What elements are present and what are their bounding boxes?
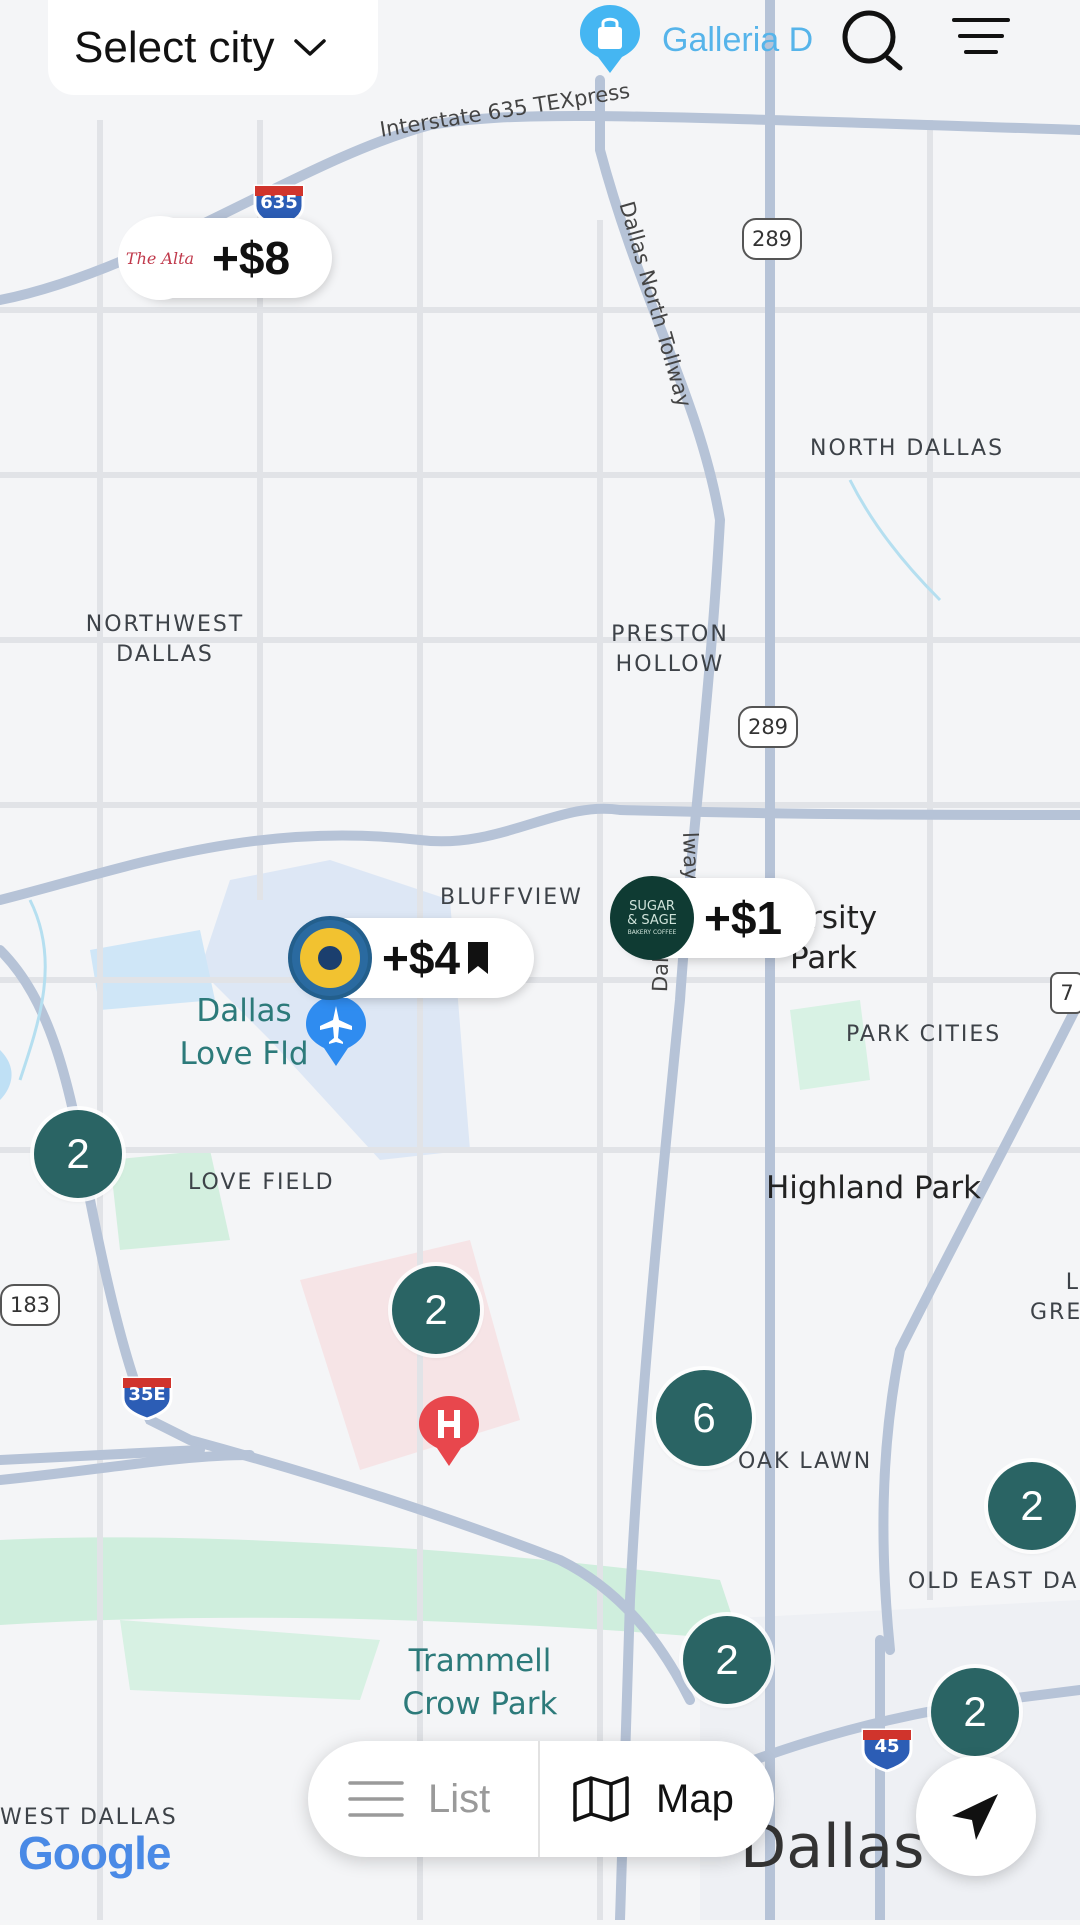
bookmark-icon <box>468 942 489 974</box>
airport-pin[interactable] <box>306 996 366 1068</box>
map-label-preston-hollow-line2: HOLLOW <box>615 652 725 677</box>
cluster-marker[interactable]: 2 <box>931 1668 1019 1756</box>
map-label-trammell-crow-park: Trammell Crow Park <box>380 1640 580 1726</box>
map-label-northwest-dallas: NORTHWEST DALLAS <box>60 610 270 670</box>
road-label-tollway-mid: lway <box>678 831 704 881</box>
cluster-marker[interactable]: 2 <box>392 1266 480 1354</box>
the-alta-logo: The Alta <box>118 216 202 300</box>
map-label-north-dallas: NORTH DALLAS <box>810 436 1005 461</box>
search-location-pin[interactable]: Galleria D <box>580 4 813 76</box>
search-button[interactable] <box>838 6 908 76</box>
list-view-button[interactable]: List <box>308 1741 538 1857</box>
airplane-icon <box>306 996 366 1066</box>
map-label-trammell-crow-line2: Crow Park <box>402 1686 558 1722</box>
yellow-circle-logo <box>288 916 372 1000</box>
map-label-preston-hollow: PRESTON HOLLOW <box>590 620 750 680</box>
map-label-northwest-dallas-line2: DALLAS <box>116 642 214 667</box>
cluster-marker[interactable]: 2 <box>683 1616 771 1704</box>
list-view-label: List <box>428 1776 491 1821</box>
interstate-45-label: 45 <box>874 1736 900 1757</box>
interstate-635-label: 635 <box>260 192 298 213</box>
sugar-sage-logo-line2: & SAGE <box>627 912 677 928</box>
hospital-icon <box>419 1396 479 1466</box>
map-view-button[interactable]: Map <box>540 1741 774 1857</box>
map-label-edge-line2: GRE <box>1030 1300 1080 1325</box>
city-selector-label: Select city <box>74 22 275 72</box>
my-location-button[interactable] <box>916 1756 1036 1876</box>
filter-menu-button[interactable] <box>950 12 1012 62</box>
hospital-pin[interactable] <box>419 1396 479 1468</box>
navigation-arrow-icon <box>952 1794 998 1840</box>
map-label-trammell-crow-line1: Trammell <box>408 1643 552 1679</box>
google-logo: Google <box>18 1827 171 1879</box>
offer-price: +$4 <box>382 932 461 984</box>
map-label-northwest-dallas-line1: NORTHWEST <box>85 612 245 637</box>
cluster-marker[interactable]: 2 <box>34 1110 122 1198</box>
route-183-shield: 183 <box>0 1284 60 1326</box>
interstate-35e-label: 35E <box>128 1384 166 1405</box>
offer-pin-bookmarked[interactable]: +$4 <box>288 916 534 1000</box>
sugar-sage-logo-line3: BAKERY COFFEE <box>627 928 677 936</box>
map-label-oak-lawn: OAK LAWN <box>738 1449 873 1474</box>
map-view-label: Map <box>656 1776 734 1821</box>
map-icon <box>573 1776 629 1822</box>
interstate-35e-shield: 35E <box>120 1370 174 1421</box>
list-icon <box>348 1781 404 1817</box>
city-selector[interactable]: Select city <box>48 0 378 95</box>
route-edge-shield: 7 <box>1050 972 1080 1014</box>
map-label-love-field: LOVE FIELD <box>188 1170 335 1195</box>
route-289-shield-top: 289 <box>742 218 802 260</box>
offer-price: +$8 <box>212 232 291 284</box>
offer-pin-sugar-sage[interactable]: SUGAR & SAGE BAKERY COFFEE +$1 <box>610 876 816 960</box>
sugar-and-sage-logo: SUGAR & SAGE BAKERY COFFEE <box>610 876 694 960</box>
filter-lines-icon <box>952 18 1010 54</box>
map-label-preston-hollow-line1: PRESTON <box>611 622 729 647</box>
the-alta-logo-text: The Alta <box>125 248 195 268</box>
shopping-bag-pin-icon <box>580 5 640 73</box>
map-label-highland-park: Highland Park <box>766 1170 982 1206</box>
chevron-down-icon <box>293 38 326 56</box>
search-location-label: Galleria D <box>662 20 814 59</box>
interstate-45-shield: 45 <box>860 1722 914 1773</box>
map-label-bluffview: BLUFFVIEW <box>440 885 583 910</box>
map-label-park-cities: PARK CITIES <box>846 1022 1002 1047</box>
search-icon <box>842 10 903 71</box>
map-label-old-east-dallas: OLD EAST DA <box>908 1569 1079 1594</box>
map-label-edge-line1: L <box>1065 1270 1080 1295</box>
offer-price: +$1 <box>704 892 783 944</box>
route-289-shield-mid: 289 <box>738 706 798 748</box>
cluster-marker[interactable]: 2 <box>988 1462 1076 1550</box>
offer-pin-the-alta[interactable]: The Alta +$8 <box>118 216 332 300</box>
view-toggle: List Map <box>308 1741 774 1857</box>
cluster-marker[interactable]: 6 <box>656 1370 752 1466</box>
sugar-sage-logo-line1: SUGAR <box>629 898 675 914</box>
map-label-edge: L GRE <box>1030 1268 1080 1328</box>
